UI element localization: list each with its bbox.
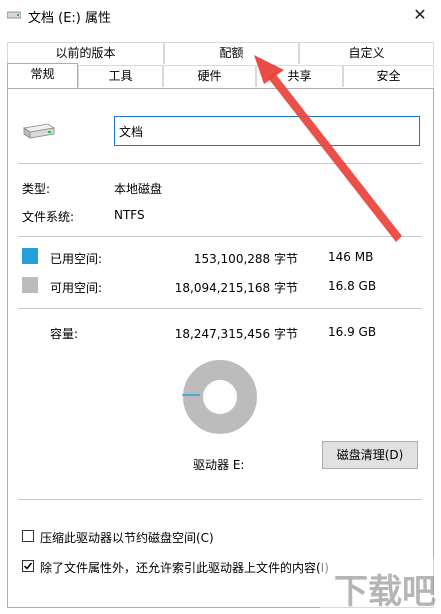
- free-space-bytes: 18,094,215,168 字节: [174, 281, 298, 295]
- checkmark-icon: [23, 562, 33, 570]
- tab-quota[interactable]: 配额: [164, 42, 299, 64]
- capacity-size: 16.9 GB: [328, 325, 377, 339]
- tab-tools[interactable]: 工具: [78, 65, 163, 87]
- tab-row-bottom: 常规 工具 硬件 共享 安全: [7, 63, 434, 89]
- separator: [18, 308, 422, 309]
- compress-checkbox-label[interactable]: 压缩此驱动器以节约磁盘空间(C): [40, 529, 214, 546]
- free-space-ring: [183, 360, 257, 434]
- window-title: 文档 (E:) 属性: [28, 11, 112, 26]
- tab-row-top: 以前的版本 配额 自定义: [7, 42, 434, 64]
- separator: [18, 163, 422, 164]
- tab-security[interactable]: 安全: [343, 65, 434, 87]
- index-checkbox[interactable]: [22, 560, 34, 572]
- compress-checkbox[interactable]: [22, 530, 34, 542]
- capacity-label: 容量:: [50, 327, 79, 341]
- used-space-label: 已用空间:: [50, 252, 103, 266]
- watermark: 下载吧: [320, 558, 441, 614]
- free-space-label: 可用空间:: [50, 281, 103, 295]
- type-label: 类型:: [22, 182, 51, 196]
- drive-name-input[interactable]: [114, 116, 420, 146]
- free-space-size: 16.8 GB: [328, 279, 377, 293]
- drive-icon: [22, 123, 56, 139]
- used-space-bytes: 153,100,288 字节: [193, 252, 298, 266]
- filesystem-label: 文件系统:: [22, 210, 75, 224]
- capacity-bytes: 18,247,315,456 字节: [174, 327, 298, 341]
- watermark-logo: 下载吧: [334, 572, 436, 612]
- used-space-size: 146 MB: [328, 250, 374, 264]
- drive-letter-label: 驱动器 E:: [193, 458, 245, 472]
- separator: [18, 236, 422, 237]
- type-value: 本地磁盘: [114, 182, 163, 196]
- disk-cleanup-button[interactable]: 磁盘清理(D): [322, 441, 418, 469]
- tab-customize[interactable]: 自定义: [299, 42, 434, 64]
- tab-previous-versions[interactable]: 以前的版本: [7, 42, 164, 64]
- close-button[interactable]: ✕: [405, 4, 435, 26]
- used-space-swatch: [22, 248, 38, 264]
- tab-sharing[interactable]: 共享: [256, 65, 343, 87]
- filesystem-value: NTFS: [114, 208, 145, 222]
- tab-hardware[interactable]: 硬件: [163, 65, 256, 87]
- free-space-swatch: [22, 277, 38, 293]
- usage-donut-chart: [182, 360, 257, 434]
- drive-icon: [7, 11, 21, 19]
- tab-general[interactable]: 常规: [7, 63, 78, 88]
- index-checkbox-label[interactable]: 除了文件属性外，还允许索引此驱动器上文件的内容(I): [40, 559, 329, 576]
- separator: [18, 499, 422, 500]
